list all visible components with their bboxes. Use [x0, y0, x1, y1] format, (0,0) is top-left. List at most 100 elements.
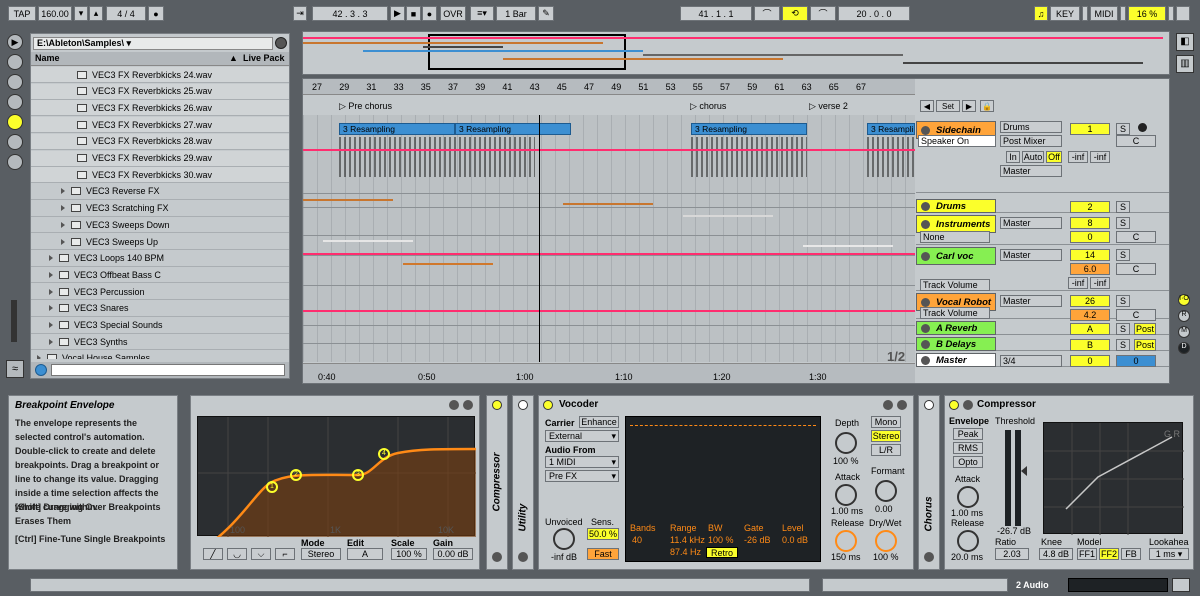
browser-search-icon[interactable] [275, 37, 287, 49]
time-ruler[interactable]: 0:40 0:50 1:00 1:10 1:20 1:30 [303, 363, 915, 383]
solo-button[interactable]: S [1116, 249, 1130, 261]
solo-button[interactable]: S [1116, 323, 1130, 335]
expand-icon[interactable] [49, 305, 53, 312]
chorus-power-icon[interactable] [924, 400, 934, 410]
monitor-off-button[interactable]: Off [1046, 151, 1062, 163]
browser-folder-item[interactable]: VEC3 Snares [31, 301, 289, 317]
sens-field[interactable]: 50.0 % [587, 528, 619, 540]
expand-icon[interactable] [49, 271, 53, 278]
eq-point-4[interactable]: 4 [378, 448, 390, 460]
vocoder-hotswap-icon[interactable] [897, 400, 907, 410]
arrangement-position-field[interactable]: 42 . 3 . 3 [312, 6, 388, 21]
track-number[interactable]: 2 [1070, 201, 1110, 213]
bands-value[interactable]: 40 [632, 535, 642, 545]
play-button[interactable]: ▶ [390, 6, 405, 21]
filter-shape-bell[interactable]: ◡ [227, 548, 247, 560]
eq-gain-field[interactable]: 0.00 dB [433, 548, 473, 560]
compressor-folded[interactable]: Compressor [486, 395, 508, 570]
punch-out-button[interactable]: ⌒ [810, 6, 836, 21]
peak-button[interactable]: Peak [953, 428, 983, 440]
key-map-button[interactable]: KEY [1050, 6, 1080, 21]
bar-ruler[interactable]: 27 29 31 33 35 37 39 41 43 45 47 49 51 53 55 57 59 61 63 65… [303, 79, 915, 95]
fold-track-icon[interactable] [921, 355, 930, 365]
file-browser-1-icon[interactable] [7, 94, 23, 110]
track-title-bar[interactable]: B Delays [916, 337, 996, 351]
clip[interactable]: 3 Resampling [867, 123, 915, 135]
solo-button[interactable]: S [1116, 295, 1130, 307]
track-title-bar[interactable]: Master [916, 353, 996, 367]
compressor-power-icon[interactable] [492, 400, 502, 410]
browser-path-field[interactable]: E:\Ableton\Samples\ ▾ [33, 37, 273, 50]
browser-folder-item[interactable]: VEC3 Sweeps Down [31, 217, 289, 234]
solo-button[interactable]: S [1116, 123, 1130, 135]
stop-button[interactable]: ■ [406, 6, 421, 21]
stereo-button[interactable]: Stereo [871, 430, 901, 442]
device-browser-icon[interactable] [7, 54, 23, 70]
track-header[interactable]: Master 3/4 0 0 [916, 353, 1169, 367]
solo-button[interactable]: S [1116, 201, 1130, 213]
browser-folder-item[interactable]: VEC3 Scratching FX [31, 201, 289, 217]
eq-mode-select[interactable]: Stereo [301, 548, 341, 560]
playhead[interactable] [539, 115, 540, 362]
automation-line[interactable] [303, 310, 915, 312]
automation-line[interactable] [303, 149, 915, 151]
vocoder-fold-icon[interactable] [883, 400, 893, 410]
monitor-auto-button[interactable]: Auto [1022, 151, 1044, 163]
io-toggle-icon[interactable]: I·O [1178, 294, 1190, 306]
utility-save-icon[interactable] [518, 552, 528, 562]
comp-power-icon[interactable] [949, 400, 959, 410]
pan-field[interactable]: C [1116, 135, 1156, 147]
fold-track-icon[interactable] [921, 339, 930, 349]
track-overview-mini[interactable] [1068, 578, 1168, 592]
volume-field[interactable]: 0 [1070, 231, 1110, 243]
input-channel-select[interactable]: Post Mixer [1000, 135, 1062, 147]
column-name-header[interactable]: Name [35, 53, 60, 63]
lr-button[interactable]: L/R [871, 444, 901, 456]
track-number[interactable]: 26 [1070, 295, 1110, 307]
gate-value[interactable]: -26 dB [744, 535, 771, 545]
chorus-save-icon[interactable] [924, 552, 934, 562]
ff2-button[interactable]: FF2 [1099, 548, 1119, 560]
overview-view-box[interactable] [428, 34, 626, 70]
eq-curve[interactable] [197, 417, 477, 554]
next-locator-icon[interactable]: ▶ [962, 100, 976, 112]
column-sort-icon[interactable]: ▲ [229, 53, 238, 63]
time-signature-field[interactable]: 4 / 4 [106, 6, 146, 21]
expand-icon[interactable] [49, 322, 53, 328]
filter-shape-highpass[interactable]: ╱ [203, 548, 223, 560]
track-volume-field-2[interactable]: -inf [1090, 277, 1110, 289]
attack-knob[interactable] [835, 484, 857, 506]
locator[interactable]: ▷ Pre chorus [339, 101, 392, 112]
lock-icon[interactable]: 🔒 [980, 100, 994, 112]
locator[interactable]: ▷ chorus [690, 101, 726, 112]
help-icon[interactable] [7, 154, 23, 170]
clip[interactable]: 3 Resampling [691, 123, 807, 135]
mixer-toggle-icon[interactable]: M [1178, 326, 1190, 338]
browser-folder-item[interactable]: VEC3 Special Sounds [31, 318, 289, 334]
track-title-bar[interactable]: A Reverb [916, 321, 996, 335]
track-volume-field[interactable]: -inf [1068, 277, 1088, 289]
browser-folder-item[interactable]: VEC3 Sweeps Up [31, 234, 289, 250]
expand-icon[interactable] [61, 188, 65, 195]
track-number[interactable]: A [1070, 323, 1110, 335]
track-number[interactable]: B [1070, 339, 1110, 351]
retro-button[interactable]: Retro [706, 547, 738, 558]
compressor-save-icon[interactable] [492, 552, 502, 562]
fold-track-icon[interactable] [921, 125, 930, 135]
filter-shape-lowshelf[interactable]: ⌐ [275, 548, 295, 560]
automation-select[interactable]: None [920, 231, 990, 243]
enhance-button[interactable]: Enhance [579, 416, 619, 428]
loop-button[interactable]: ⟲ [782, 6, 808, 21]
solo-button[interactable]: S [1116, 217, 1130, 229]
monitor-in-button[interactable]: In [1006, 151, 1020, 163]
overview-toggle-icon[interactable]: ◧ [1176, 33, 1194, 51]
range-high-value[interactable]: 11.4 kHz [670, 535, 705, 545]
threshold-slider[interactable] [1021, 466, 1027, 476]
eq-point-1[interactable]: 1 [266, 481, 278, 493]
follow-button[interactable]: ⇥ [293, 6, 307, 21]
nudge-up-button[interactable]: ▴ [89, 6, 103, 21]
browser-file-item[interactable]: VEC3 FX Reverbkicks 27.wav [31, 117, 289, 134]
prev-locator-icon[interactable]: ◀ [920, 100, 934, 112]
computer-midi-keyboard-button[interactable]: ♫ [1034, 6, 1048, 21]
eq-edit-button[interactable]: A [347, 548, 383, 560]
